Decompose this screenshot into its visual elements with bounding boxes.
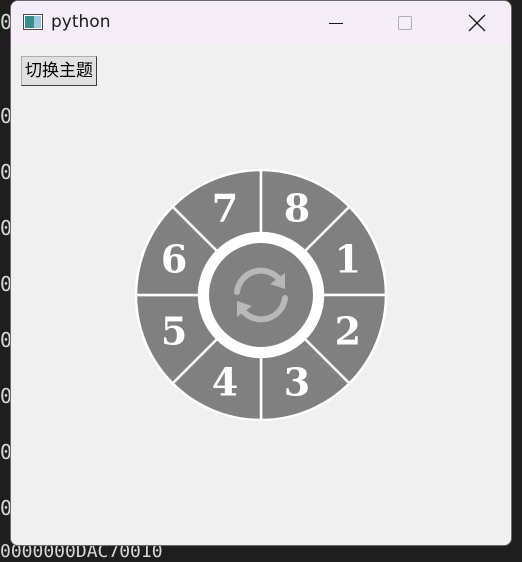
dial-segment-label: 8 (284, 186, 310, 231)
dial-segment-label: 5 (161, 308, 187, 353)
python-window-icon (23, 14, 43, 30)
maximize-icon (397, 15, 413, 31)
window-title: python (51, 12, 110, 32)
dial-segment-label: 6 (161, 237, 187, 282)
dial-segment-label: 2 (335, 308, 361, 353)
dial-segment-label: 7 (212, 186, 238, 231)
window-content: 切换主题 1 23 45 67 8 (11, 45, 511, 546)
dial-segment-label: 3 (284, 359, 310, 404)
title-bar[interactable]: python (11, 1, 511, 45)
minimize-icon (328, 15, 344, 31)
dial-center-button[interactable] (209, 243, 313, 347)
close-icon (468, 14, 486, 32)
switch-theme-button[interactable]: 切换主题 (21, 56, 97, 86)
rotary-dial: 1 23 45 67 8 (135, 169, 387, 421)
python-window: python 切换主题 1 23 45 67 8 (10, 0, 512, 546)
dial-segment-label: 1 (335, 237, 361, 282)
dial-segment-label: 4 (212, 359, 238, 404)
minimize-button[interactable] (302, 1, 370, 45)
close-button[interactable] (443, 1, 511, 45)
maximize-button[interactable] (371, 1, 439, 45)
